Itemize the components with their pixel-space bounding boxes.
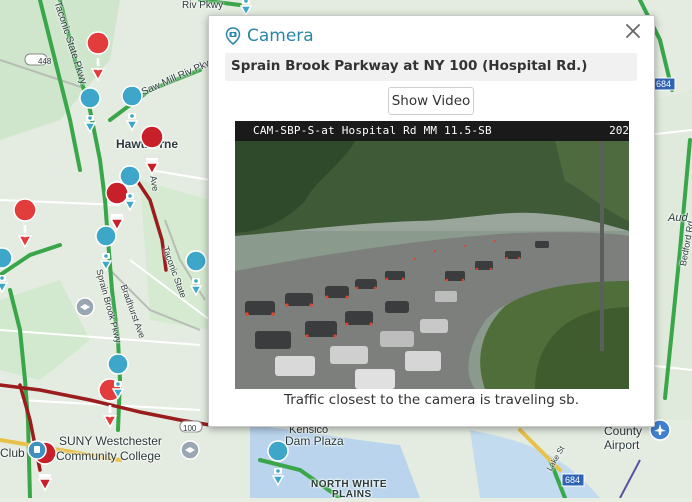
close-button[interactable]: [624, 22, 642, 40]
camera-overlay-id: CAM-SBP-S-at Hospital Rd MM 11.5-SB: [253, 124, 492, 137]
camera-location: Sprain Brook Parkway at NY 100 (Hospital…: [231, 58, 588, 74]
camera-marker-7[interactable]: [267, 440, 289, 486]
camera-marker-5[interactable]: [185, 250, 207, 296]
camera-snapshot-image: [235, 121, 629, 389]
camera-marker-9[interactable]: [0, 247, 13, 293]
close-icon: [626, 24, 640, 38]
school-marker-2: [180, 440, 200, 460]
camera-marker-2[interactable]: [121, 85, 143, 131]
incident-marker-1[interactable]: [86, 31, 110, 81]
camera-marker-1[interactable]: [79, 87, 101, 133]
popup-title: Camera: [247, 26, 314, 46]
closure-marker-1[interactable]: [140, 125, 164, 175]
camera-popup: Camera Sprain Brook Parkway at NY 100 (H…: [208, 15, 655, 427]
parking-marker[interactable]: [27, 440, 47, 460]
show-video-button[interactable]: Show Video: [388, 87, 474, 115]
traffic-direction-caption: Traffic closest to the camera is traveli…: [283, 392, 580, 408]
camera-marker-8[interactable]: [235, 0, 257, 16]
camera-snapshot[interactable]: CAM-SBP-S-at Hospital Rd MM 11.5-SB 202: [235, 121, 629, 389]
camera-marker-4[interactable]: [95, 225, 117, 271]
camera-pin-icon: [225, 27, 241, 45]
school-marker-1: [75, 297, 95, 317]
closure-marker-2[interactable]: [105, 181, 129, 231]
popup-header: Camera: [225, 24, 314, 48]
incident-marker-2[interactable]: [13, 198, 37, 248]
camera-overlay-bar: CAM-SBP-S-at Hospital Rd MM 11.5-SB 202: [235, 121, 629, 141]
location-bar: Sprain Brook Parkway at NY 100 (Hospital…: [225, 53, 637, 81]
camera-overlay-year: 202: [609, 124, 629, 137]
